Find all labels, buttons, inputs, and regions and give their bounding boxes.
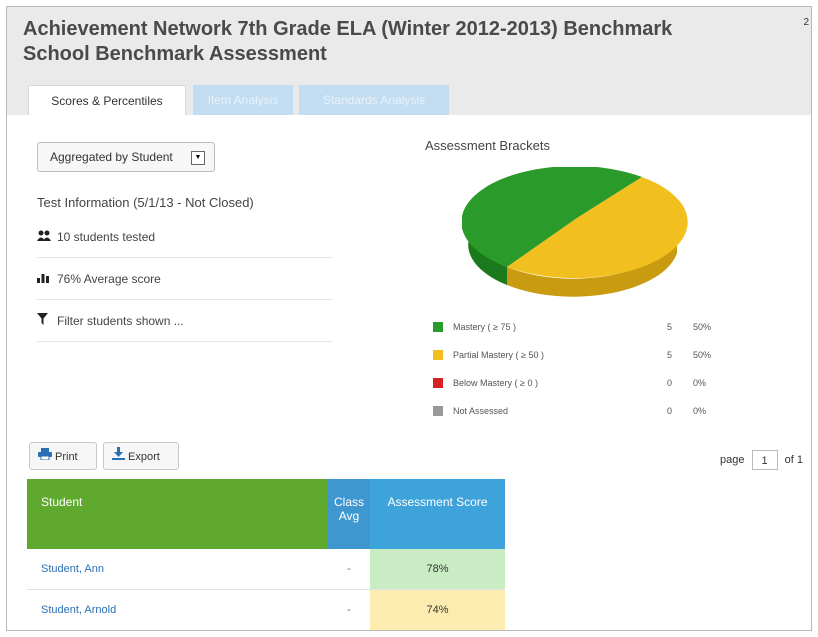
title-line-1: Achievement Network 7th Grade ELA (Winte…	[23, 18, 673, 40]
legend-count: 0	[667, 406, 673, 416]
column-header-student[interactable]: Student	[27, 479, 328, 549]
average-score-row: 76% Average score	[37, 259, 333, 300]
funnel-icon	[37, 301, 57, 341]
table-row: Student, Arnold - 74%	[27, 590, 505, 630]
legend-percent: 0%	[693, 406, 707, 416]
test-info-title: Test Information (5/1/13 - Not Closed)	[37, 195, 254, 210]
student-name-link[interactable]: Student, Ann	[41, 549, 104, 589]
chevron-down-icon[interactable]: ▼	[191, 151, 205, 165]
header-bar: Achievement Network 7th Grade ELA (Winte…	[7, 7, 811, 115]
bar-chart-icon	[37, 259, 57, 299]
brackets-title: Assessment Brackets	[425, 138, 550, 153]
students-tested-text: 10 students tested	[57, 230, 156, 244]
legend-swatch-below-mastery	[433, 378, 443, 388]
class-avg-cell: -	[347, 604, 351, 616]
app-frame: Achievement Network 7th Grade ELA (Winte…	[6, 6, 812, 631]
students-tested-row: 10 students tested	[37, 217, 333, 258]
pagination: page 1 of 1	[720, 450, 803, 470]
page-label: page	[720, 453, 745, 466]
filter-students-link[interactable]: Filter students shown ...	[57, 314, 184, 328]
class-avg-cell: -	[347, 563, 351, 575]
legend-label: Below Mastery ( ≥ 0 )	[453, 378, 538, 388]
download-icon	[112, 443, 125, 469]
assessment-pie-chart	[462, 167, 688, 297]
page-title: Achievement Network 7th Grade ELA (Winte…	[23, 17, 672, 67]
print-label: Print	[55, 451, 78, 463]
tab-scores-percentiles[interactable]: Scores & Percentiles	[28, 85, 186, 115]
legend-percent: 50%	[693, 322, 712, 332]
table-row: Student, Ann - 78%	[27, 549, 505, 590]
legend-label: Partial Mastery ( ≥ 50 )	[453, 350, 544, 360]
aggregate-dropdown[interactable]: Aggregated by Student ▼	[37, 142, 215, 172]
score-cell: 78%	[370, 549, 505, 589]
legend-label: Mastery ( ≥ 75 )	[453, 322, 516, 332]
average-score-text: 76% Average score	[57, 272, 161, 286]
legend-swatch-partial-mastery	[433, 350, 443, 360]
page-input[interactable]: 1	[751, 450, 778, 470]
aggregate-label: Aggregated by Student	[50, 150, 173, 164]
tab-item-analysis[interactable]: Item Analysis	[193, 85, 293, 115]
legend-percent: 0%	[693, 378, 707, 388]
filter-students-row[interactable]: Filter students shown ...	[37, 301, 333, 342]
legend-count: 5	[667, 350, 673, 360]
legend-label: Not Assessed	[453, 406, 509, 416]
people-icon	[37, 217, 57, 257]
legend-percent: 50%	[693, 350, 712, 360]
legend-count: 0	[667, 378, 673, 388]
title-line-2: School Benchmark Assessment	[23, 43, 327, 65]
print-button[interactable]: Print	[29, 442, 97, 470]
student-name-link[interactable]: Student, Arnold	[41, 590, 116, 630]
column-header-assessment-score[interactable]: Assessment Score	[370, 479, 505, 549]
legend-swatch-mastery	[433, 322, 443, 332]
legend-swatch-not-assessed	[433, 406, 443, 416]
export-button[interactable]: Export	[103, 442, 179, 470]
legend-count: 5	[667, 322, 673, 332]
score-cell: 74%	[370, 590, 505, 630]
export-label: Export	[128, 451, 160, 463]
tab-standards-analysis[interactable]: Standards Analysis	[299, 85, 449, 115]
printer-icon	[38, 443, 52, 469]
corner-label: 2	[803, 17, 809, 28]
column-header-class-avg[interactable]: Class Avg	[328, 479, 370, 549]
page-of-label: of 1	[784, 453, 803, 466]
